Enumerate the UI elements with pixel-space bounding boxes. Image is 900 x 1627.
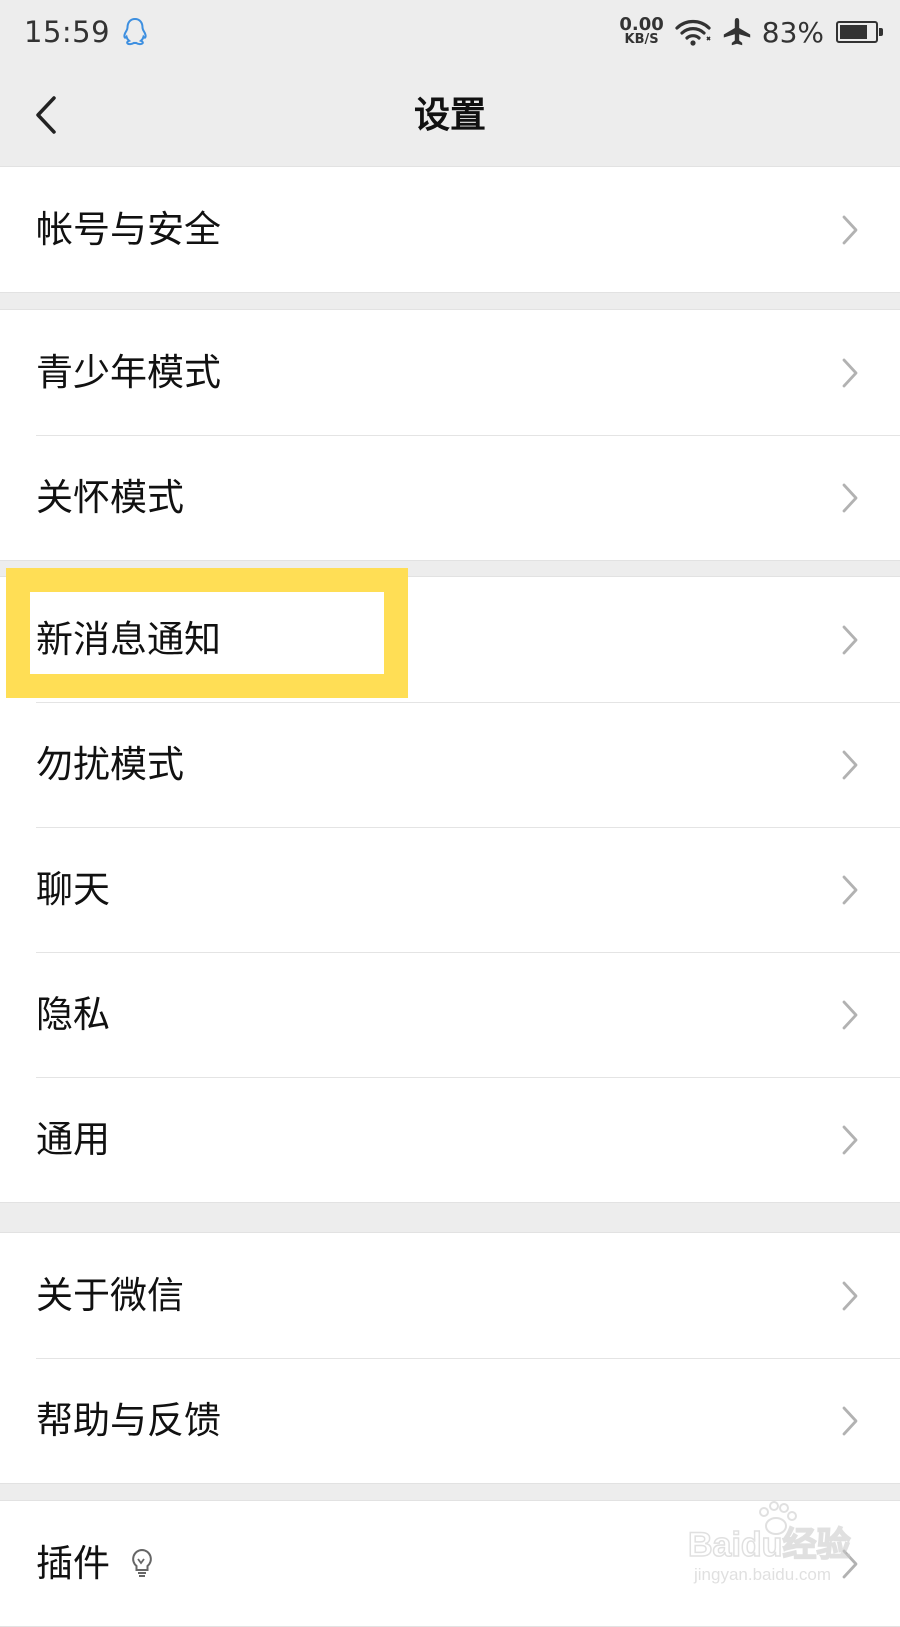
settings-item-privacy[interactable]: 隐私: [0, 952, 900, 1077]
settings-item-label: 通用: [36, 1118, 110, 1161]
settings-item-label: 新消息通知: [36, 618, 221, 661]
battery-level-fill: [840, 25, 867, 39]
chevron-right-icon: [842, 1406, 858, 1436]
chevron-right-icon: [842, 483, 858, 513]
settings-item-label: 帐号与安全: [36, 208, 221, 251]
chevron-right-icon: [842, 1549, 858, 1579]
settings-section-account: 帐号与安全: [0, 166, 900, 293]
nav-bar: 设置: [0, 64, 900, 168]
settings-item-label: 聊天: [36, 868, 110, 911]
qq-icon: [123, 17, 147, 46]
settings-item-teen-mode[interactable]: 青少年模式: [0, 310, 900, 435]
settings-item-care-mode[interactable]: 关怀模式: [0, 435, 900, 560]
settings-section-about: 关于微信 帮助与反馈: [0, 1232, 900, 1484]
chevron-right-icon: [842, 215, 858, 245]
chevron-right-icon: [842, 358, 858, 388]
settings-item-new-message-notification[interactable]: 新消息通知: [0, 577, 900, 702]
chevron-right-icon: [842, 875, 858, 905]
plugins-label-text: 插件: [36, 1542, 110, 1585]
airplane-mode-icon: [723, 18, 750, 46]
chevron-right-icon: [842, 625, 858, 655]
settings-section-general: 新消息通知 勿扰模式 聊天 隐私 通用: [0, 576, 900, 1203]
bulb-icon: [132, 1548, 152, 1577]
battery-icon: [836, 21, 883, 43]
settings-item-chat[interactable]: 聊天: [0, 827, 900, 952]
settings-section-modes: 青少年模式 关怀模式: [0, 309, 900, 561]
settings-section-plugins: 插件: [0, 1500, 900, 1627]
wifi-icon: [675, 20, 711, 46]
settings-item-label: 插件: [36, 1501, 156, 1626]
settings-item-do-not-disturb[interactable]: 勿扰模式: [0, 702, 900, 827]
chevron-right-icon: [842, 1125, 858, 1155]
settings-item-label: 帮助与反馈: [36, 1399, 221, 1442]
settings-item-account-security[interactable]: 帐号与安全: [0, 167, 900, 292]
settings-item-help-feedback[interactable]: 帮助与反馈: [0, 1358, 900, 1483]
settings-item-label: 青少年模式: [36, 351, 221, 394]
network-speed-value: 0.00: [619, 14, 664, 35]
settings-item-plugins[interactable]: 插件: [0, 1501, 900, 1626]
status-bar: 15:59 0.00 KB/S 83%: [0, 0, 900, 64]
chevron-right-icon: [842, 1281, 858, 1311]
settings-item-label: 隐私: [36, 993, 110, 1036]
settings-item-about-wechat[interactable]: 关于微信: [0, 1233, 900, 1358]
status-time: 15:59: [24, 15, 111, 49]
settings-item-label: 关于微信: [36, 1274, 184, 1317]
network-speed: 0.00 KB/S: [619, 14, 664, 48]
network-speed-unit: KB/S: [624, 32, 659, 47]
chevron-right-icon: [842, 1000, 858, 1030]
settings-item-general[interactable]: 通用: [0, 1077, 900, 1202]
settings-item-label: 关怀模式: [36, 476, 184, 519]
settings-item-label: 勿扰模式: [36, 743, 184, 786]
chevron-right-icon: [842, 750, 858, 780]
page-title: 设置: [413, 95, 486, 136]
battery-percent: 83%: [761, 15, 824, 49]
